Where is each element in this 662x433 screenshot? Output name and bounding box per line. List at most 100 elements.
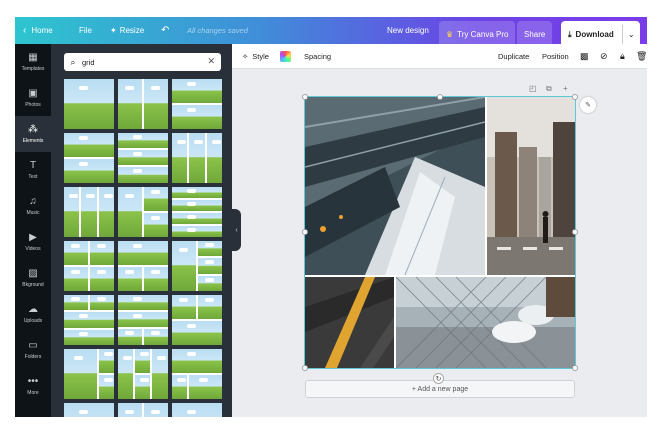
grid-photo-road[interactable] [305,277,394,368]
search-input[interactable]: grid [82,58,95,67]
resize-handle[interactable] [572,229,578,235]
rail-text[interactable]: T Text [15,152,51,188]
rail-label: Uploads [23,318,43,324]
resize-handle[interactable] [302,365,308,371]
design-page[interactable] [302,94,578,371]
undo-icon[interactable]: ↶ [161,17,169,44]
lock-icon[interactable]: 🔒︎ [620,44,625,69]
grid-photo-sneakers[interactable] [396,277,575,368]
grid-thumbnail[interactable] [118,295,168,345]
chevron-down-icon[interactable]: ⌄ [621,25,640,44]
resize-handle[interactable] [572,365,578,371]
rail-more[interactable]: ••• More [15,368,51,404]
grid-photo-street[interactable] [487,97,575,275]
music-icon: ♫ [29,196,37,207]
rail-videos[interactable]: ▶ Videos [15,224,51,260]
grid-thumbnail[interactable] [64,133,114,183]
rail-label: Bkground [22,282,44,288]
download-label: Download [575,30,614,39]
grid-thumbnail[interactable] [118,403,168,417]
trash-icon[interactable]: 🗑︎ [636,44,647,69]
grid-thumbnail[interactable] [172,79,222,129]
resize-handle[interactable] [302,229,308,235]
grid-thumbnail[interactable] [118,79,168,129]
close-icon[interactable]: ✕ [207,56,215,67]
resize-handle[interactable] [572,94,578,100]
add-note-icon[interactable]: ◰ [529,84,537,93]
download-icon: ⤓ [568,29,572,39]
folder-icon: ▭ [28,340,38,351]
rail-photos[interactable]: ▣ Photos [15,80,51,116]
magic-style-icon: ✧ [242,52,249,61]
grid-thumbnail[interactable] [172,403,222,417]
app-window: ‹ Home File ✦ Resize ↶ All changes saved… [15,17,647,417]
rail-uploads[interactable]: ☁ Uploads [15,296,51,332]
link-icon[interactable]: ⊘ [600,44,608,69]
background-icon: ▨ [28,268,38,279]
editor-toolbar: ✧ Style Spacing Duplicate Position ▩ ⊘ 🔒… [232,44,647,69]
grid-thumbnail[interactable] [118,187,168,237]
elements-panel: ⌕ grid ✕ [51,44,232,417]
rail-label: Templates [21,66,45,72]
search-icon: ⌕ [70,56,76,67]
resize-label: Resize [119,26,145,35]
color-swatch-icon [280,51,291,62]
comment-icon[interactable]: ✎ [580,97,596,113]
left-rail: ▦ Templates ▣ Photos ⁂ Elements T Text ♫… [15,44,51,417]
rail-label: Music [26,210,40,216]
rail-label: Photos [25,102,41,108]
grid-photo-skyscraper[interactable] [305,97,485,275]
transparency-icon[interactable]: ▩ [580,44,589,69]
video-icon: ▶ [29,232,37,243]
position-button[interactable]: Position [542,44,569,69]
resize-handle[interactable] [302,94,308,100]
duplicate-button[interactable]: Duplicate [498,44,529,69]
rail-templates[interactable]: ▦ Templates [15,44,51,80]
file-menu[interactable]: File [79,17,92,44]
top-bar: ‹ Home File ✦ Resize ↶ All changes saved… [15,17,647,48]
grid-thumbnail[interactable] [64,349,114,399]
grid-thumbnail[interactable] [118,133,168,183]
style-label: Style [252,52,269,61]
rail-label: Videos [25,246,41,252]
grid-thumbnail[interactable] [64,295,114,345]
chevron-left-icon: ‹ [23,25,27,36]
grid-thumbnail[interactable] [64,79,114,129]
grid-thumbnail[interactable] [172,133,222,183]
photo-icon: ▣ [28,88,38,99]
spacing-button[interactable]: Spacing [304,44,331,69]
grid-thumbnail[interactable] [172,241,222,291]
sneakers-image [396,277,575,368]
resize-handle[interactable] [437,94,443,100]
add-page-icon[interactable]: + [563,84,568,93]
collapse-panel-handle[interactable]: ‹ [232,209,241,251]
rail-background[interactable]: ▨ Bkground [15,260,51,296]
rail-label: More [27,390,39,396]
grid-thumbnail[interactable] [172,349,222,399]
grid-thumbnail[interactable] [172,295,222,345]
rotate-icon[interactable]: ↻ [433,373,444,384]
rail-music[interactable]: ♫ Music [15,188,51,224]
crown-icon: ♛ [446,30,454,39]
grid-thumbnail[interactable] [172,187,222,237]
rail-label: Elements [22,138,44,144]
duplicate-page-icon[interactable]: ⧉ [546,84,552,94]
color-button[interactable] [280,44,291,69]
home-button[interactable]: ‹ Home [23,17,53,44]
rail-label: Folders [24,354,42,360]
resize-button[interactable]: ✦ Resize [110,17,144,44]
rail-elements[interactable]: ⁂ Elements [15,116,51,152]
grid-thumbnail[interactable] [118,241,168,291]
elements-icon: ⁂ [28,124,38,135]
grid-thumbnail[interactable] [64,403,114,417]
rail-folders[interactable]: ▭ Folders [15,332,51,368]
search-bar[interactable]: ⌕ grid ✕ [64,53,221,71]
new-design-button[interactable]: New design [387,17,429,44]
grid-thumbnail[interactable] [64,241,114,291]
road-image [305,277,394,368]
grid-thumbnail[interactable] [118,349,168,399]
style-button[interactable]: ✧ Style [242,44,269,69]
grid-thumbnail[interactable] [64,187,114,237]
street-image [487,97,575,275]
sparkle-icon: ✦ [110,26,117,35]
